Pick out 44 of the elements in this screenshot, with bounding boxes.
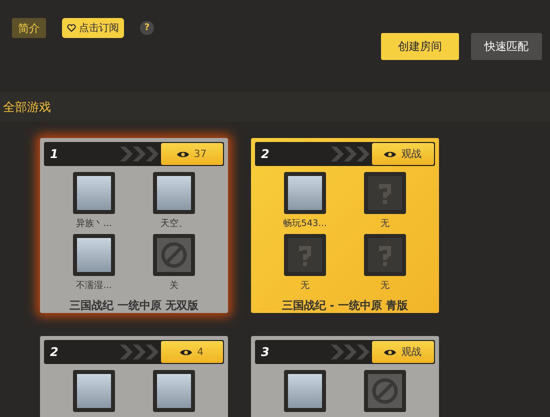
- eye-icon: [384, 348, 396, 356]
- eye-icon: [176, 150, 189, 158]
- chevrons-icon: [331, 344, 372, 360]
- watch-button[interactable]: 4: [160, 341, 223, 363]
- chevrons-icon: [120, 344, 160, 360]
- player-name: 无: [300, 280, 310, 292]
- subscribe-button[interactable]: 点击订阅: [62, 18, 124, 38]
- heart-icon: [67, 24, 76, 32]
- eye-icon: [180, 348, 192, 356]
- avatar-photo-placeholder[interactable]: [284, 370, 326, 412]
- game-title: 三国战纪 - 一统中原 青版: [280, 298, 410, 313]
- chevrons-icon: [120, 146, 160, 162]
- avatar-photo-placeholder[interactable]: [284, 172, 326, 214]
- game-title: 三国战纪 一统中原 无双版: [68, 298, 200, 313]
- watch-button[interactable]: 观战: [372, 143, 434, 165]
- room-card[interactable]: 2 4: [40, 336, 228, 417]
- room-number: 1: [50, 147, 60, 161]
- room-number: 2: [50, 345, 60, 359]
- avatar-photo-placeholder[interactable]: [153, 370, 195, 412]
- room-card[interactable]: 1 37 异族丶... 天空、 不濡湿... 关 三国战纪 一统中原 无双版: [40, 138, 228, 313]
- watch-button[interactable]: 观战: [372, 341, 434, 363]
- section-title: 全部游戏: [3, 98, 51, 116]
- avatar-photo-placeholder[interactable]: [73, 370, 115, 412]
- player-name: 关: [170, 280, 178, 292]
- player-name: 无: [380, 218, 390, 230]
- room-card[interactable]: 2 观战 畅玩543... 无 无 无 三国战纪 - 一统中原 青版: [251, 138, 439, 313]
- player-name: 不濡湿...: [76, 280, 112, 292]
- avatar-photo-placeholder[interactable]: [73, 172, 115, 214]
- watch-button[interactable]: 37: [160, 143, 223, 165]
- help-icon[interactable]: ?: [140, 21, 154, 35]
- player-name: 畅玩543...: [283, 218, 327, 230]
- quick-match-button[interactable]: 快速匹配: [471, 33, 542, 60]
- chevrons-icon: [331, 146, 372, 162]
- avatar-photo-placeholder[interactable]: [73, 234, 115, 276]
- player-name: 异族丶...: [76, 218, 112, 230]
- room-number: 2: [261, 147, 270, 161]
- room-card[interactable]: 3 观战: [251, 336, 439, 417]
- room-number: 3: [261, 345, 270, 359]
- eye-icon: [384, 150, 396, 158]
- avatar-photo-placeholder[interactable]: [153, 172, 195, 214]
- player-name: 无: [380, 280, 390, 292]
- create-room-button[interactable]: 创建房间: [381, 33, 459, 60]
- intro-button[interactable]: 简介: [12, 18, 46, 38]
- player-name: 天空、: [160, 218, 188, 230]
